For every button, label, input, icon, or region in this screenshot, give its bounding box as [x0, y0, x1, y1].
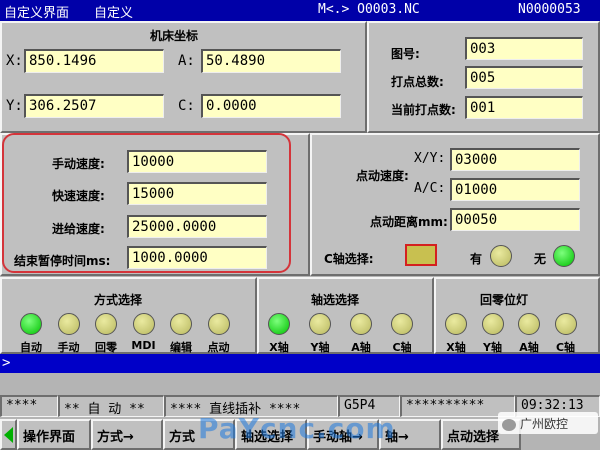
- c-coord-field: 0.0000: [201, 94, 341, 118]
- mode-lamp-label-5: 点动: [207, 341, 230, 354]
- mode-lamp-label-1: 手动: [57, 341, 80, 354]
- jog-ac-label: A/C:: [414, 181, 446, 196]
- home-lamp-label-3: C轴: [555, 341, 576, 354]
- axis-lamp-3[interactable]: [391, 313, 413, 335]
- home-lamp-3[interactable]: [554, 313, 577, 335]
- home-lamp-label-0: X轴: [446, 341, 466, 354]
- home-lamp-label-1: Y轴: [483, 341, 502, 354]
- jog-settings-panel: X/Y: 点动速度: 03000 A/C: 01000 点动距离mm: 0005…: [310, 133, 600, 276]
- mode-lamp-label-3: MDI: [131, 339, 156, 352]
- axis-lamp-label-0: X轴: [269, 341, 289, 354]
- jog-distance-field[interactable]: 00050: [450, 208, 580, 231]
- home-lamps-panel: 回零位灯 X轴 Y轴 A轴 C轴: [434, 277, 600, 354]
- command-prompt: >: [2, 355, 11, 371]
- machine-coords-panel: 机床坐标 X: 850.1496 A: 50.4890 Y: 306.2507 …: [0, 21, 367, 133]
- status-field-1: ****: [0, 395, 58, 417]
- mode-lamp-2[interactable]: [95, 313, 117, 335]
- watermark-wechat-text: 广州欧控: [520, 417, 569, 431]
- mode-lamp-3[interactable]: [132, 313, 155, 335]
- mode-lamp-4[interactable]: [170, 313, 192, 335]
- mode-lamp-label-0: 自动: [20, 341, 42, 354]
- mode-lamp-label-4: 编辑: [170, 341, 192, 354]
- block-number: N0000053: [518, 2, 581, 17]
- c-axis-no-lamp[interactable]: [553, 245, 575, 267]
- mode-lamp-1[interactable]: [57, 313, 80, 335]
- home-lamps-title: 回零位灯: [480, 293, 529, 307]
- screen-name: 自定义界面: [4, 6, 70, 21]
- total-points-field: 005: [465, 66, 583, 89]
- total-points-label: 打点总数:: [391, 75, 444, 89]
- c-axis-indicator: [405, 244, 437, 266]
- current-points-field: 001: [465, 96, 583, 119]
- watermark-wechat: 广州欧控: [498, 412, 598, 434]
- watermark-brand: PaYcnc.com: [198, 412, 396, 445]
- jog-speed-label: 点动速度:: [356, 169, 409, 183]
- axis-lamp-label-1: Y轴: [310, 341, 330, 354]
- highlight-box: [2, 133, 291, 273]
- c-axis-yes-label: 有: [470, 252, 483, 266]
- mode-select-title: 方式选择: [94, 293, 143, 307]
- jog-xy-field[interactable]: 03000: [450, 148, 580, 171]
- a-axis-label: A:: [178, 53, 195, 69]
- axis-select-title: 轴选选择: [311, 293, 360, 307]
- axis-lamp-label-2: A轴: [351, 341, 371, 354]
- home-lamp-0[interactable]: [445, 313, 467, 335]
- jog-xy-label: X/Y:: [414, 151, 446, 166]
- home-lamp-label-2: A轴: [519, 341, 539, 354]
- mode-lamp-label-2: 回零: [95, 341, 117, 354]
- c-axis-no-label: 无: [534, 252, 547, 266]
- mode-lamp-0[interactable]: [20, 313, 42, 335]
- axis-lamp-0[interactable]: [268, 313, 290, 335]
- mode-select-panel: 方式选择 自动 手动 回零 MDI 编辑 点动: [0, 277, 257, 354]
- machine-coords-title: 机床坐标: [150, 29, 199, 43]
- softkey-operation-screen[interactable]: 操作界面: [17, 419, 91, 450]
- c-axis-yes-lamp[interactable]: [490, 245, 512, 267]
- x-coord-field: 850.1496: [24, 49, 164, 73]
- axis-lamp-2[interactable]: [350, 313, 372, 335]
- command-input-line[interactable]: >: [0, 354, 600, 373]
- a-coord-field: 50.4890: [201, 49, 341, 73]
- status-mode: ** 自 动 **: [58, 395, 164, 417]
- wechat-icon: [502, 418, 516, 431]
- c-axis-select-label: C轴选择:: [324, 252, 374, 266]
- mode-title: 自定义: [94, 6, 134, 21]
- drawing-no-label: 图号:: [391, 47, 420, 61]
- c-axis-label: C:: [178, 98, 195, 114]
- drawing-info-panel: 图号: 003 打点总数: 005 当前打点数: 001: [367, 21, 600, 133]
- softkey-mode-next[interactable]: 方式→: [91, 419, 163, 450]
- axis-lamp-1[interactable]: [309, 313, 331, 335]
- axis-lamp-label-3: C轴: [392, 341, 412, 354]
- jog-ac-field[interactable]: 01000: [450, 178, 580, 201]
- jog-distance-label: 点动距离mm:: [370, 215, 448, 229]
- mode-lamp-5[interactable]: [207, 313, 230, 335]
- home-lamp-1[interactable]: [481, 313, 504, 335]
- drawing-no-field: 003: [465, 37, 583, 60]
- program-name: M<.> O0003.NC: [318, 2, 420, 17]
- home-lamp-2[interactable]: [518, 313, 540, 335]
- y-coord-field: 306.2507: [24, 94, 164, 118]
- axis-select-panel: 轴选选择 X轴 Y轴 A轴 C轴: [257, 277, 434, 354]
- x-axis-label: X:: [6, 53, 23, 69]
- y-axis-label: Y:: [6, 98, 23, 114]
- title-bar: 自定义界面 自定义 M<.> O0003.NC N0000053: [0, 0, 600, 21]
- current-points-label: 当前打点数:: [391, 103, 456, 117]
- prev-page-arrow-icon[interactable]: [0, 419, 17, 450]
